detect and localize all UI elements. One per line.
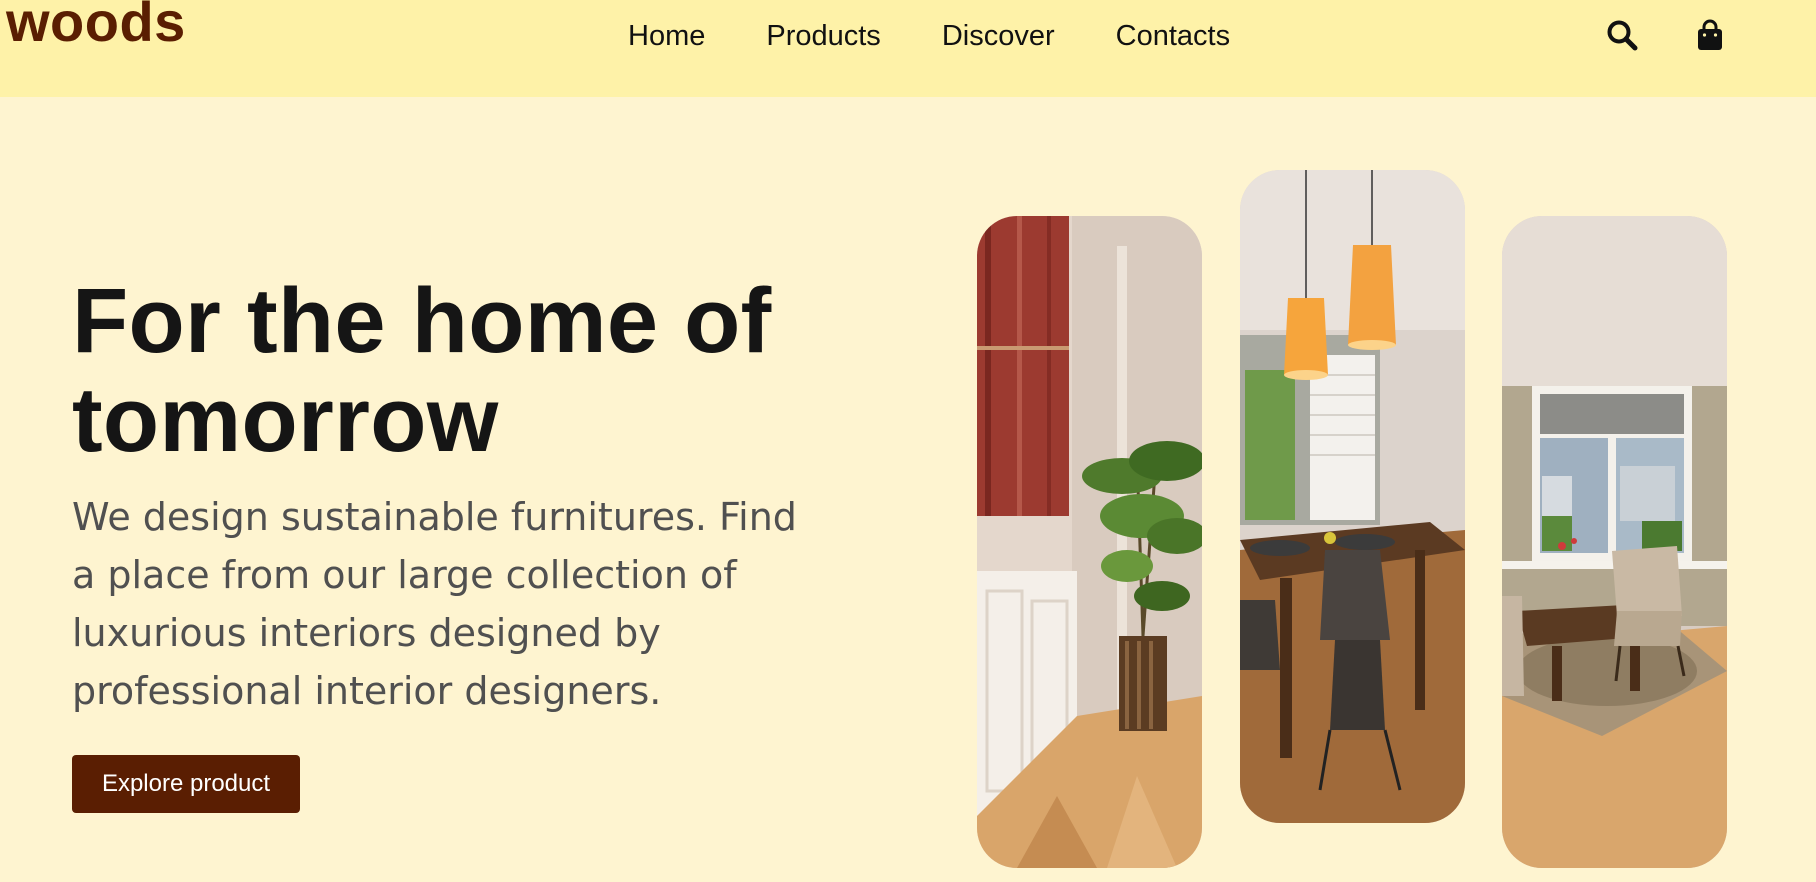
hero-title-line1: For the home of bbox=[72, 270, 772, 372]
dining-room-pendant-lamps-photo bbox=[1240, 170, 1465, 823]
search-icon[interactable] bbox=[1604, 17, 1640, 53]
nav-link-contacts[interactable]: Contacts bbox=[1116, 18, 1230, 54]
hero-title: For the home of tomorrow bbox=[72, 272, 872, 470]
nav-link-discover[interactable]: Discover bbox=[942, 18, 1055, 54]
explore-product-button[interactable]: Explore product bbox=[72, 755, 300, 813]
living-room-window-photo bbox=[1502, 216, 1727, 868]
main-nav: Home Products Discover Contacts bbox=[628, 18, 1291, 54]
top-navbar: woods Home Products Discover Contacts bbox=[0, 0, 1816, 97]
nav-link-products[interactable]: Products bbox=[766, 18, 880, 54]
shopping-bag-icon[interactable] bbox=[1692, 17, 1728, 53]
brand-logo[interactable]: woods bbox=[6, 0, 186, 50]
hero-description: We design sustainable furnitures. Find a… bbox=[72, 495, 797, 713]
nav-link-home[interactable]: Home bbox=[628, 18, 705, 54]
hallway-plant-photo bbox=[977, 216, 1202, 868]
hero-title-line2: tomorrow bbox=[72, 369, 499, 471]
